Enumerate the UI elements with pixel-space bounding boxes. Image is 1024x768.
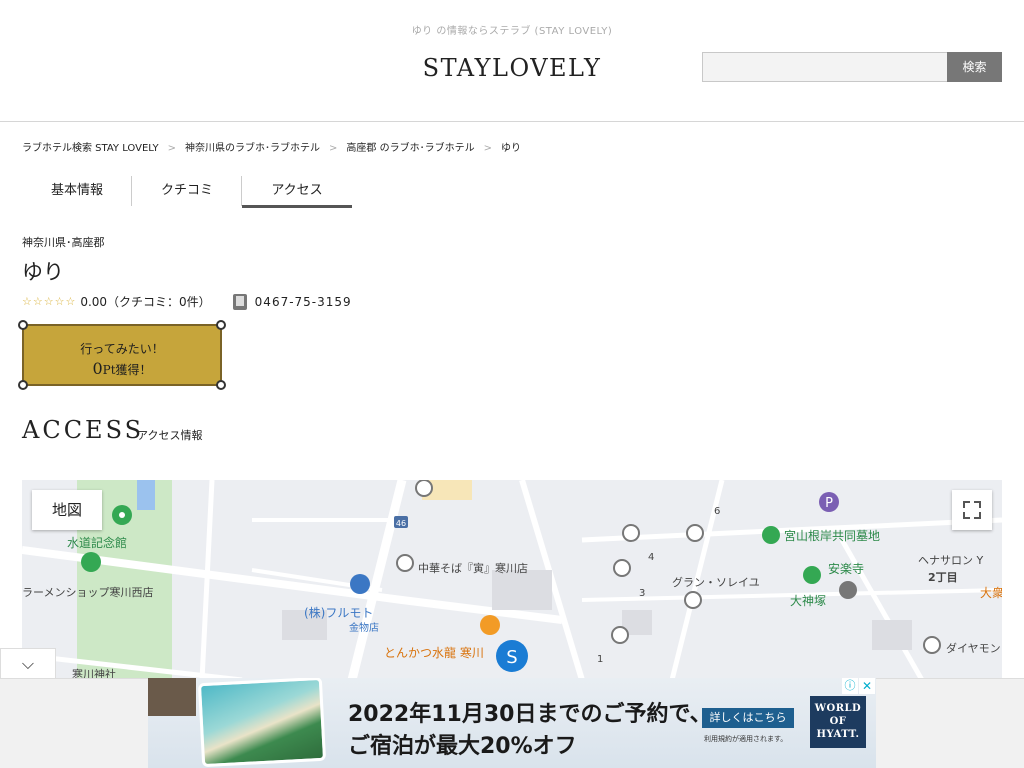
map-label: 大神塚 [790, 594, 827, 608]
ad-headline: 2022年11月30日までのご予約で、 [348, 702, 712, 727]
rating-row: ☆☆☆☆☆ 0.00（クチコミ：0件） 0467-75-3159 [22, 293, 352, 310]
map-label: 安楽寺 [828, 562, 865, 576]
ad-banner[interactable]: 2022年11月30日までのご予約で、 ご宿泊が最大20%オフ 詳しくはこちら … [148, 678, 876, 768]
hotel-name: ゆり [22, 260, 64, 284]
map-pin-icon[interactable] [112, 505, 132, 525]
map-pin-icon[interactable] [480, 615, 500, 635]
breadcrumb-separator: > [329, 143, 338, 154]
collapse-ad-button[interactable]: ⌵ [0, 648, 56, 678]
map-label: グラン・ソレイユ [672, 576, 760, 589]
hotel-area: 神奈川県･高座郡 [22, 236, 105, 249]
route-shield-icon: 46 [394, 516, 408, 528]
site-header: ゆり の情報ならステラブ (STAY LOVELY) STAYLOVELY 検索 [0, 0, 1024, 122]
search-input[interactable] [702, 52, 948, 82]
tab-basic-info[interactable]: 基本情報 [22, 174, 132, 208]
map-pin-icon[interactable] [684, 591, 702, 609]
map-pin-icon[interactable] [415, 480, 433, 497]
parking-icon[interactable]: P [819, 492, 839, 512]
breadcrumb-separator: > [483, 143, 492, 154]
ad-beach-image [197, 678, 327, 768]
map-pin-icon[interactable] [803, 566, 821, 584]
map-label: ラーメンショップ寒川西店 [22, 586, 154, 599]
ad-info-icon[interactable]: ⓘ [842, 678, 858, 694]
map-pin-icon[interactable] [611, 626, 629, 644]
map-pin-icon[interactable] [350, 574, 370, 594]
pond [137, 480, 155, 510]
map-label: 2丁目 [928, 571, 958, 584]
breadcrumb-link-district[interactable]: 高座郡 のラブホ･ラブホテル [346, 143, 474, 154]
points-label: 0Pt獲得！ [24, 359, 220, 378]
map-label: 3 [639, 588, 646, 599]
chevron-down-icon: ⌵ [21, 654, 35, 673]
map-pin-icon[interactable] [396, 554, 414, 572]
ornament-corner-icon [216, 380, 226, 390]
ad-room-image [148, 678, 196, 716]
map-pin-icon[interactable] [762, 526, 780, 544]
breadcrumb-current: ゆり [501, 143, 521, 154]
phone-number[interactable]: 0467-75-3159 [255, 295, 352, 309]
rating-text: 0.00（クチコミ：0件） [80, 295, 211, 309]
map-label: とんかつ水龍 寒川 [384, 646, 484, 660]
map-label: 6 [714, 506, 721, 517]
map-label: 宮山根岸共同墓地 [784, 529, 881, 543]
access-title: ACCESS [22, 416, 145, 444]
map-pin-icon[interactable] [923, 636, 941, 654]
want-to-go-button[interactable]: 行ってみたい！ 0Pt獲得！ [18, 320, 226, 390]
points-value: 0 [92, 359, 103, 378]
map-pin-icon[interactable] [613, 559, 631, 577]
search-button[interactable]: 検索 [947, 52, 1002, 82]
map-pin-icon[interactable] [81, 552, 101, 572]
map-label: 金物店 [349, 623, 379, 634]
want-to-go-label: 行ってみたい！ [80, 342, 164, 356]
points-suffix: Pt獲得！ [102, 363, 152, 377]
ornament-corner-icon [18, 380, 28, 390]
svg-text:P: P [825, 496, 833, 511]
ad-cta-button[interactable]: 詳しくはこちら [702, 708, 794, 728]
ornament-corner-icon [18, 320, 28, 330]
breadcrumb: ラブホテル検索 STAY LOVELY > 神奈川県のラブホ･ラブホテル > 高座郡 の… [22, 139, 521, 154]
phone-icon [232, 293, 247, 310]
tab-reviews[interactable]: クチコミ [132, 174, 242, 208]
breadcrumb-link-prefecture[interactable]: 神奈川県のラブホ･ラブホテル [185, 143, 320, 154]
fullscreen-icon [963, 501, 981, 519]
map-pin-icon[interactable] [686, 524, 704, 542]
map-label: ヘナサロン Y [918, 554, 984, 567]
ad-subheadline: ご宿泊が最大20%オフ [348, 734, 577, 759]
ad-note: 利用規約が適用されます。 [704, 735, 788, 743]
map-label: 大衆 [980, 586, 1002, 600]
station-icon[interactable]: S [496, 640, 528, 672]
map-label: 4 [648, 552, 655, 563]
hotel-tabs: 基本情報 クチコミ アクセス [22, 174, 352, 210]
svg-text:S: S [506, 647, 517, 668]
map-type-button[interactable]: 地図 [32, 490, 102, 530]
ornament-corner-icon [216, 320, 226, 330]
tab-access[interactable]: アクセス [242, 174, 352, 208]
map-pin-icon[interactable] [622, 524, 640, 542]
map-label: 水道記念館 [67, 536, 128, 550]
google-map[interactable]: S P 46 水道記念館 ラーメンショップ寒川西店 中華そば『寅』寒川店 (株)… [22, 480, 1002, 680]
map-label: 中華そば『寅』寒川店 [418, 562, 528, 575]
breadcrumb-link-home[interactable]: ラブホテル検索 STAY LOVELY [22, 143, 159, 154]
map-label: 1 [597, 654, 604, 665]
fullscreen-button[interactable] [952, 490, 992, 530]
ad-brand-logo: WORLD OF HYATT. [810, 696, 866, 748]
star-rating-icon: ☆☆☆☆☆ [22, 295, 77, 308]
ad-close-icon[interactable]: ✕ [859, 678, 875, 694]
breadcrumb-separator: > [167, 143, 177, 154]
access-subtitle: アクセス情報 [137, 429, 203, 442]
map-label: ダイヤモン [946, 642, 1001, 655]
temple-icon[interactable] [839, 581, 857, 599]
map-canvas[interactable]: S P 46 [22, 480, 1002, 680]
site-tagline: ゆり の情報ならステラブ (STAY LOVELY) [411, 26, 613, 37]
svg-text:46: 46 [396, 519, 406, 528]
